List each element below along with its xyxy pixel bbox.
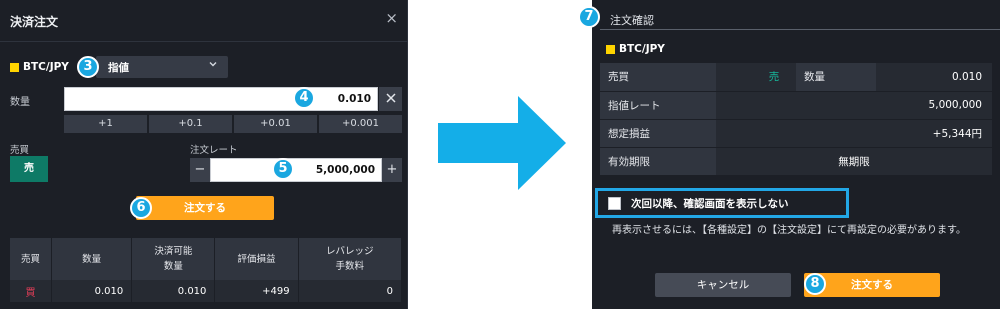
confirmation-title: 注文確認 bbox=[610, 14, 654, 27]
step-marker-4: 4 bbox=[293, 87, 315, 109]
symbol-label-group: BTC/JPY bbox=[10, 61, 69, 73]
cancel-button[interactable]: キャンセル bbox=[655, 273, 791, 297]
expiry-key: 有効期限 bbox=[600, 147, 716, 176]
pnl-value: +5,344円 bbox=[716, 119, 992, 148]
panel-title: 決済注文 bbox=[10, 15, 59, 29]
pnl-key: 想定損益 bbox=[600, 119, 716, 148]
confirmation-row-pnl: 想定損益 +5,344円 bbox=[600, 119, 992, 148]
order-type-select[interactable]: 指値 bbox=[96, 56, 228, 78]
step-marker-8: 8 bbox=[804, 273, 826, 295]
col-header-valuation-pnl: 評価損益 bbox=[214, 238, 299, 280]
table-row[interactable]: 買 0.010 0.010 +499 0 bbox=[10, 280, 403, 302]
limit-value: 5,000,000 bbox=[716, 91, 992, 120]
symbol-name: BTC/JPY bbox=[23, 61, 69, 73]
rate-label: 注文レート bbox=[190, 145, 238, 156]
row-side: 買 bbox=[10, 280, 53, 302]
confirmation-table: 売買 売 数量 0.010 指値レート 5,000,000 想定損益 +5,34… bbox=[600, 63, 992, 176]
row-quantity: 0.010 bbox=[51, 280, 133, 302]
positions-table: 売買 数量 決済可能 数量 評価損益 レバレッジ 手数料 買 0.010 0.010… bbox=[10, 238, 403, 302]
rate-decrement-button[interactable]: − bbox=[190, 158, 210, 182]
rate-increment-button[interactable]: + bbox=[382, 158, 402, 182]
side-label: 売買 bbox=[10, 145, 30, 156]
sell-side-badge: 売 bbox=[10, 156, 48, 182]
skip-confirmation-checkbox[interactable] bbox=[608, 197, 621, 210]
step-button-0-01[interactable]: +0.01 bbox=[234, 115, 317, 133]
symbol-color-icon bbox=[606, 44, 615, 54]
quantity-step-buttons: +1 +0.1 +0.01 +0.001 bbox=[64, 115, 402, 133]
row-valuation-pnl: +499 bbox=[214, 280, 299, 302]
step-button-0-1[interactable]: +0.1 bbox=[149, 115, 232, 133]
redisplay-note: 再表示させるには、【各種設定】の【注文設定】にて再設定の必要があります。 bbox=[612, 225, 966, 236]
table-header-row: 売買 数量 決済可能 数量 評価損益 レバレッジ 手数料 bbox=[10, 238, 403, 280]
skip-confirmation-label[interactable]: 次回以降、確認画面を表示しない bbox=[631, 196, 789, 211]
chevron-down-icon bbox=[208, 59, 218, 72]
col-header-leverage-fee: レバレッジ 手数料 bbox=[298, 238, 403, 280]
row-leverage-fee: 0 bbox=[298, 280, 403, 302]
side-key: 売買 bbox=[600, 63, 716, 92]
confirmation-symbol-group: BTC/JPY bbox=[606, 43, 665, 55]
panel-header: 決済注文 × bbox=[0, 0, 408, 42]
rate-input[interactable]: 5,000,000 bbox=[210, 158, 382, 182]
step-button-0-001[interactable]: +0.001 bbox=[319, 115, 402, 133]
qty-key: 数量 bbox=[796, 63, 876, 92]
quantity-value: 0.010 bbox=[337, 93, 371, 105]
limit-key: 指値レート bbox=[600, 91, 716, 120]
col-header-side: 売買 bbox=[10, 238, 53, 280]
clear-quantity-button[interactable] bbox=[379, 87, 402, 111]
place-order-button[interactable]: 注文する bbox=[136, 196, 274, 220]
quantity-input[interactable]: 0.010 bbox=[64, 87, 378, 111]
step-marker-5: 5 bbox=[272, 158, 294, 180]
order-confirmation-panel: 注文確認 BTC/JPY 売買 売 数量 0.010 指値レート 5,000,0… bbox=[592, 0, 1000, 309]
row-settleable-quantity: 0.010 bbox=[131, 280, 216, 302]
confirmation-row-expiry: 有効期限 無期限 bbox=[600, 147, 992, 176]
step-marker-3: 3 bbox=[77, 56, 99, 78]
quantity-label: 数量 bbox=[10, 97, 30, 108]
qty-value: 0.010 bbox=[876, 63, 992, 92]
step-button-1[interactable]: +1 bbox=[64, 115, 147, 133]
skip-confirmation-checkbox-row[interactable]: 次回以降、確認画面を表示しない bbox=[608, 196, 789, 211]
title-divider bbox=[600, 29, 1000, 30]
order-type-value: 指値 bbox=[108, 62, 129, 74]
settlement-order-panel: 決済注文 × BTC/JPY 指値 数量 0.010 +1 +0.1 +0.01… bbox=[0, 0, 408, 309]
symbol-color-icon bbox=[10, 62, 19, 72]
step-marker-6: 6 bbox=[130, 197, 152, 219]
expiry-value: 無期限 bbox=[716, 147, 992, 176]
confirmation-symbol-name: BTC/JPY bbox=[619, 43, 665, 55]
col-header-quantity: 数量 bbox=[51, 238, 133, 280]
confirmation-row-side-qty: 売買 売 数量 0.010 bbox=[600, 63, 992, 92]
rate-value: 5,000,000 bbox=[315, 164, 375, 176]
close-icon[interactable]: × bbox=[385, 11, 398, 26]
step-marker-7: 7 bbox=[578, 6, 600, 28]
confirmation-row-limit: 指値レート 5,000,000 bbox=[600, 91, 992, 120]
side-value: 売 bbox=[752, 63, 796, 92]
right-arrow-icon bbox=[438, 96, 566, 190]
col-header-settleable-quantity: 決済可能 数量 bbox=[131, 238, 216, 280]
